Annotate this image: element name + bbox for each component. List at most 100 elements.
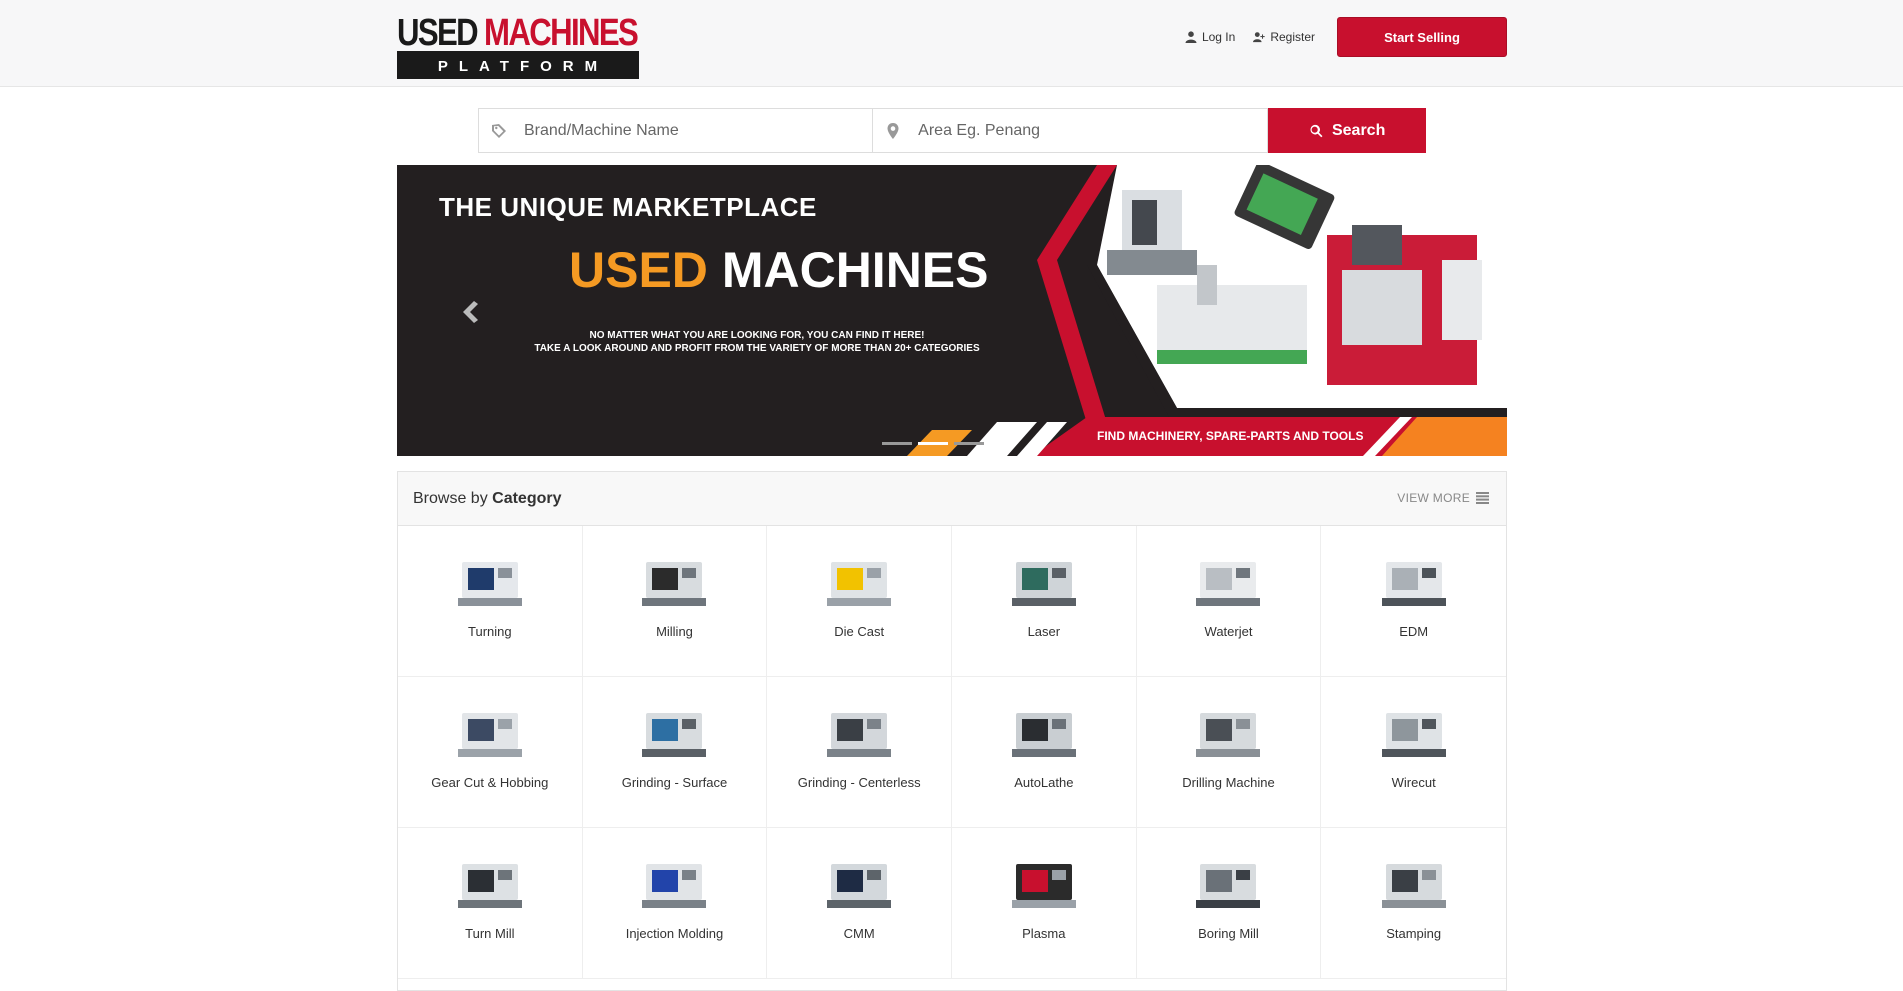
surface-grinder-icon bbox=[642, 713, 707, 757]
brand-search-box bbox=[478, 108, 874, 153]
category-item[interactable]: Drilling Machine bbox=[1136, 677, 1322, 828]
category-item[interactable]: Plasma bbox=[952, 828, 1137, 979]
search-button[interactable]: Search bbox=[1268, 108, 1427, 153]
search-button-label: Search bbox=[1331, 121, 1386, 139]
category-item[interactable]: Grinding - Centerless bbox=[767, 677, 952, 828]
banner-subtitle-line1: NO MATTER WHAT YOU ARE LOOKING FOR, YOU … bbox=[589, 330, 925, 341]
category-label: Waterjet bbox=[1204, 624, 1253, 639]
category-label: Injection Molding bbox=[625, 926, 724, 941]
autolathe-machine-icon bbox=[1011, 713, 1076, 757]
category-label: Turning bbox=[468, 624, 512, 639]
category-label: Laser bbox=[1027, 624, 1061, 639]
category-item[interactable]: Gear Cut & Hobbing bbox=[398, 677, 583, 828]
category-heading: Browse by Category bbox=[413, 490, 562, 508]
category-item[interactable]: Wirecut bbox=[1321, 677, 1506, 828]
category-label: Die Cast bbox=[834, 624, 885, 639]
view-more-label: VIEW MORE bbox=[1397, 491, 1470, 505]
banner-title: THE UNIQUE MARKETPLACE bbox=[439, 192, 817, 222]
category-panel-header: Browse by Category VIEW MORE bbox=[398, 472, 1506, 526]
banner-red-chevron bbox=[1037, 165, 1117, 456]
category-label: CMM bbox=[843, 926, 875, 941]
user-icon bbox=[1185, 31, 1197, 43]
category-item[interactable]: Grinding - Surface bbox=[582, 677, 768, 828]
injection-molding-icon bbox=[642, 864, 707, 908]
hero-banner: THE UNIQUE MARKETPLACE USED MACHINES NO … bbox=[397, 165, 1507, 456]
logo-used-text: USED bbox=[397, 12, 479, 54]
brand-search-input[interactable] bbox=[479, 109, 873, 152]
site-header: USED MACHINES PLATFORM Log In Register S… bbox=[0, 0, 1903, 87]
category-label: EDM bbox=[1399, 624, 1429, 639]
carousel-dot-1[interactable] bbox=[882, 442, 912, 445]
area-search-input[interactable] bbox=[873, 109, 1268, 152]
header-container: USED MACHINES PLATFORM Log In Register S… bbox=[397, 0, 1507, 86]
category-item[interactable]: Injection Molding bbox=[582, 828, 768, 979]
user-plus-icon bbox=[1253, 32, 1265, 43]
gear-cut-machine-icon bbox=[457, 713, 522, 757]
category-item[interactable]: CMM bbox=[767, 828, 952, 979]
wirecut-machine-icon bbox=[1381, 713, 1446, 757]
category-label: AutoLathe bbox=[1014, 775, 1074, 790]
banner-headline-machines: MACHINES bbox=[721, 242, 989, 298]
banner-headline-used: USED bbox=[569, 242, 708, 298]
category-item[interactable]: EDM bbox=[1321, 526, 1506, 677]
category-item[interactable]: Waterjet bbox=[1136, 526, 1322, 677]
logo-machines-text: MACHINES bbox=[484, 12, 639, 54]
login-label: Log In bbox=[1201, 30, 1236, 44]
category-item[interactable]: Laser bbox=[952, 526, 1137, 677]
register-label: Register bbox=[1270, 30, 1315, 44]
banner-headline: USED MACHINES bbox=[569, 241, 989, 299]
login-link[interactable]: Log In bbox=[1185, 20, 1235, 54]
category-item[interactable]: Turning bbox=[398, 526, 583, 677]
laser-machine-icon bbox=[1011, 562, 1076, 606]
carousel-indicators bbox=[882, 442, 984, 445]
banner-subtitle-line2: TAKE A LOOK AROUND AND PROFIT FROM THE V… bbox=[534, 343, 980, 354]
site-logo[interactable]: USED MACHINES PLATFORM bbox=[397, 14, 639, 79]
category-label: Gear Cut & Hobbing bbox=[431, 775, 549, 790]
logo-wordmark: USED MACHINES bbox=[397, 14, 643, 52]
search-icon bbox=[1310, 124, 1323, 137]
category-panel: Browse by Category VIEW MORE Turning Mill… bbox=[397, 471, 1507, 991]
category-label: Grinding - Centerless bbox=[797, 775, 921, 790]
milling-machine-icon bbox=[642, 562, 707, 606]
boring-mill-icon bbox=[1196, 864, 1261, 908]
tag-icon bbox=[492, 124, 506, 138]
carousel-dot-3[interactable] bbox=[954, 442, 984, 445]
turning-machine-icon bbox=[457, 562, 522, 606]
category-heading-prefix: Browse by bbox=[413, 490, 493, 507]
category-item[interactable]: Boring Mill bbox=[1136, 828, 1322, 979]
plasma-machine-icon bbox=[1011, 864, 1076, 908]
area-search-box bbox=[873, 108, 1269, 153]
category-label: Grinding - Surface bbox=[621, 775, 728, 790]
category-label: Plasma bbox=[1022, 926, 1066, 941]
cmm-machine-icon bbox=[827, 864, 892, 908]
view-more-link[interactable]: VIEW MORE bbox=[1397, 491, 1489, 505]
category-label: Stamping bbox=[1386, 926, 1442, 941]
category-label: Turn Mill bbox=[465, 926, 515, 941]
start-selling-button[interactable]: Start Selling bbox=[1337, 17, 1507, 57]
category-item[interactable]: Milling bbox=[582, 526, 768, 677]
centerless-grinder-icon bbox=[827, 713, 892, 757]
carousel-prev-button[interactable] bbox=[462, 301, 482, 325]
logo-platform-text: PLATFORM bbox=[397, 51, 639, 79]
category-item[interactable]: Die Cast bbox=[767, 526, 952, 677]
banner-subtitle: NO MATTER WHAT YOU ARE LOOKING FOR, YOU … bbox=[457, 329, 1057, 355]
register-link[interactable]: Register bbox=[1253, 20, 1315, 54]
category-item[interactable]: AutoLathe bbox=[952, 677, 1137, 828]
drilling-machine-icon bbox=[1196, 713, 1261, 757]
banner-footer-text: FIND MACHINERY, SPARE-PARTS AND TOOLS bbox=[1097, 429, 1364, 443]
category-item[interactable]: Stamping bbox=[1321, 828, 1506, 979]
category-label: Boring Mill bbox=[1198, 926, 1259, 941]
category-item[interactable]: Turn Mill bbox=[398, 828, 583, 979]
stamping-machine-icon bbox=[1381, 864, 1446, 908]
category-label: Drilling Machine bbox=[1182, 775, 1275, 790]
waterjet-machine-icon bbox=[1196, 562, 1261, 606]
die-cast-machine-icon bbox=[827, 562, 892, 606]
list-icon bbox=[1476, 492, 1489, 504]
edm-machine-icon bbox=[1381, 562, 1446, 606]
category-label: Milling bbox=[656, 624, 693, 639]
carousel-dot-2[interactable] bbox=[918, 442, 948, 445]
header-nav: Log In Register Start Selling bbox=[1185, 17, 1507, 57]
category-label: Wirecut bbox=[1391, 775, 1436, 790]
category-heading-bold: Category bbox=[492, 490, 562, 507]
chevron-left-icon bbox=[463, 301, 478, 323]
